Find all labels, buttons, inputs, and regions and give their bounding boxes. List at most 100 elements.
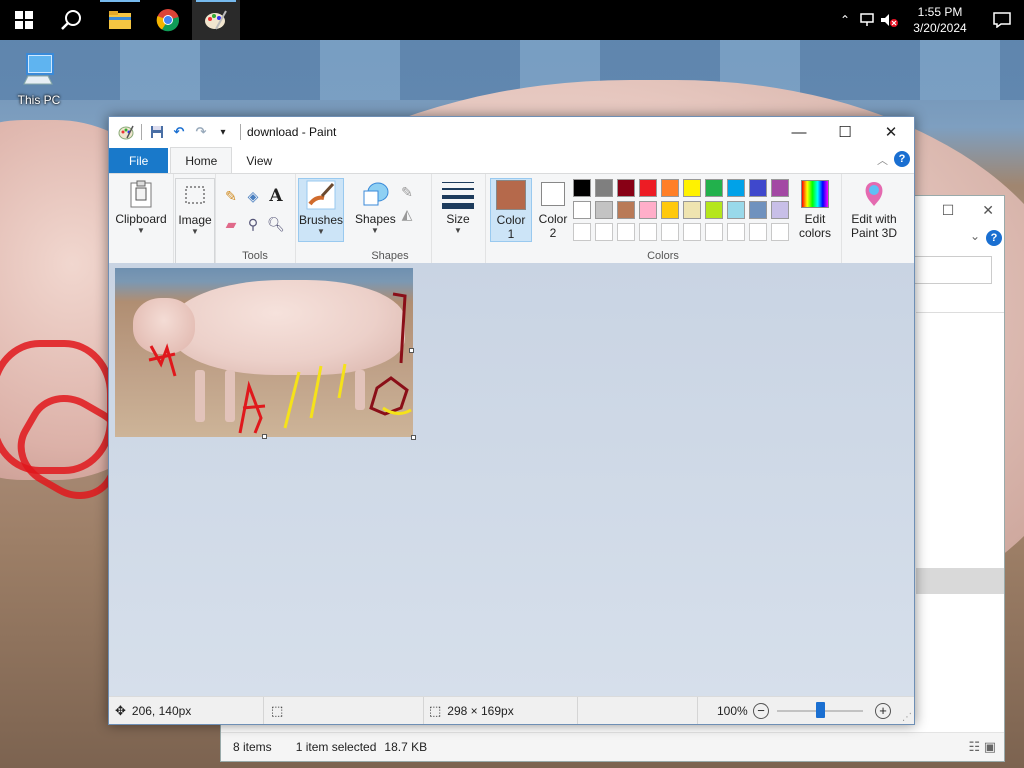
chrome-button[interactable] [144,0,192,40]
search-button[interactable] [48,0,96,40]
paint3d-group: Edit with Paint 3D [841,174,907,264]
palette-color-swatch[interactable] [639,201,657,219]
custom-color-slot[interactable] [661,223,679,241]
resize-handle-right[interactable] [409,348,414,353]
brushes-group: Brushes ▼ [295,174,349,264]
custom-color-slot[interactable] [705,223,723,241]
color2-button[interactable]: Color 2 [533,178,573,240]
tab-home[interactable]: Home [170,147,233,173]
redo-icon[interactable]: ↷ [190,121,212,143]
magnifier-icon[interactable]: 🔍︎ [266,214,286,234]
image-group: Image ▼ [173,174,216,264]
shape-fill-icon[interactable]: ◭ [397,204,417,224]
text-tool-icon[interactable]: A [266,186,286,206]
minimize-button[interactable]: — [776,117,822,147]
start-button[interactable] [0,0,48,40]
color1-button[interactable]: Color 1 [490,178,532,242]
palette-color-swatch[interactable] [595,201,613,219]
colors-group-label: Colors [647,250,679,262]
shapes-icon [359,178,391,210]
tab-file[interactable]: File [109,148,169,173]
selection-size: 18.7 KB [384,740,428,754]
palette-color-swatch[interactable] [617,179,635,197]
chrome-icon [156,9,180,32]
color-picker-icon[interactable]: ⚲ [243,214,263,234]
paint-app-icon[interactable] [115,121,137,143]
network-icon[interactable] [856,13,878,27]
notification-icon [993,12,1011,28]
palette-color-swatch[interactable] [727,201,745,219]
maximize-icon[interactable]: ☐ [942,202,955,219]
palette-color-swatch[interactable] [661,179,679,197]
close-icon[interactable]: ✕ [982,202,994,219]
file-explorer-button[interactable] [96,0,144,40]
help-icon[interactable]: ? [986,230,1002,246]
fill-bucket-icon[interactable]: ◈ [243,186,263,206]
palette-color-swatch[interactable] [661,201,679,219]
clock[interactable]: 1:55 PM 3/20/2024 [900,4,980,36]
customize-quick-access-icon[interactable]: ▾ [212,121,234,143]
zoom-slider-thumb[interactable] [816,702,825,718]
zoom-in-button[interactable]: + [875,703,891,719]
edit-colors-button[interactable]: Edit colors [795,178,835,240]
paint3d-label-2: Paint 3D [850,226,898,240]
save-icon[interactable] [146,121,168,143]
action-center-button[interactable] [980,12,1024,28]
canvas-area[interactable] [109,263,914,696]
resize-handle-bottom[interactable] [262,434,267,439]
custom-color-slot[interactable] [595,223,613,241]
image-button[interactable]: Image ▼ [175,178,215,264]
edit-with-paint3d-button[interactable]: Edit with Paint 3D [845,178,903,240]
paint-button[interactable] [192,0,240,40]
palette-color-swatch[interactable] [683,179,701,197]
explorer-selected-row[interactable] [916,568,1004,594]
collapse-ribbon-icon[interactable]: ︿ [877,152,888,168]
desktop-icon-this-pc[interactable]: This PC [14,50,64,107]
tab-view[interactable]: View [232,149,286,173]
undo-icon[interactable]: ↶ [168,121,190,143]
maximize-button[interactable]: ☐ [822,117,868,147]
paint-window[interactable]: ↶ ↷ ▾ download - Paint — ☐ ✕ File Home V… [108,116,915,725]
palette-color-swatch[interactable] [639,179,657,197]
custom-color-slot[interactable] [639,223,657,241]
chevron-down-icon[interactable]: ⌄ [970,229,980,243]
color1-label: Color [496,213,526,227]
palette-color-swatch[interactable] [749,201,767,219]
image-canvas[interactable] [115,268,413,437]
close-button[interactable]: ✕ [868,117,914,147]
resize-grip-icon[interactable]: ⋰ [902,712,912,723]
eraser-icon[interactable]: ▰ [221,214,241,234]
palette-color-swatch[interactable] [595,179,613,197]
custom-color-slot[interactable] [771,223,789,241]
palette-color-swatch[interactable] [771,179,789,197]
view-toggle-icons[interactable]: ☷ ▣ [968,739,996,755]
volume-muted-icon[interactable] [878,13,900,27]
zoom-out-button[interactable]: − [753,703,769,719]
custom-color-slot[interactable] [617,223,635,241]
custom-color-slot[interactable] [727,223,745,241]
paint-palette-icon [205,10,227,30]
custom-color-slot[interactable] [683,223,701,241]
size-group: Size ▼ [431,174,486,264]
size-button[interactable]: Size ▼ [439,178,477,235]
palette-color-swatch[interactable] [727,179,745,197]
palette-color-swatch[interactable] [683,201,701,219]
palette-color-swatch[interactable] [705,179,723,197]
palette-color-swatch[interactable] [573,179,591,197]
shapes-button[interactable]: Shapes ▼ [355,178,396,235]
custom-color-slot[interactable] [573,223,591,241]
clipboard-button[interactable]: Clipboard ▼ [115,178,167,235]
palette-color-swatch[interactable] [705,201,723,219]
pencil-icon[interactable]: ✎ [221,186,241,206]
palette-color-swatch[interactable] [749,179,767,197]
palette-color-swatch[interactable] [771,201,789,219]
shapes-label: Shapes [355,212,396,226]
outline-icon[interactable]: ✎ [397,182,417,202]
resize-handle-corner[interactable] [411,435,416,440]
help-icon[interactable]: ? [894,151,910,167]
palette-color-swatch[interactable] [573,201,591,219]
custom-color-slot[interactable] [749,223,767,241]
brushes-button[interactable]: Brushes ▼ [298,178,344,242]
palette-color-swatch[interactable] [617,201,635,219]
chevron-up-icon[interactable]: ⌃ [834,13,856,27]
